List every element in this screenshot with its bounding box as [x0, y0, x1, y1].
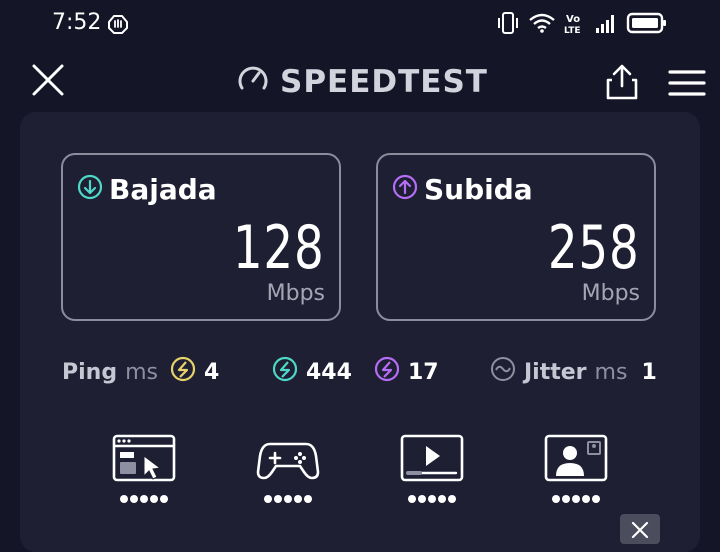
download-label: Bajada [109, 173, 217, 206]
upload-arrow-icon [392, 174, 418, 205]
app-title: SPEEDTEST [280, 63, 488, 100]
share-button[interactable] [604, 62, 640, 102]
status-time: 7:52 [52, 10, 102, 35]
idle-ping-icon [170, 356, 196, 388]
gaming-icon [256, 442, 320, 480]
upload-ping-icon [374, 356, 400, 388]
close-button[interactable] [30, 62, 66, 98]
speedometer-icon [236, 62, 270, 101]
battery-icon [626, 11, 668, 40]
ping-label: Ping [62, 359, 118, 385]
app-title-group: SPEEDTEST [236, 62, 488, 101]
svg-text:Vo: Vo [566, 14, 580, 25]
upload-ping-stat: 17 [374, 356, 439, 388]
web-browsing-tile[interactable] [112, 434, 176, 503]
app-bar: SPEEDTEST [0, 52, 720, 110]
download-ping-value: 444 [306, 359, 352, 385]
svg-text:LTE: LTE [564, 26, 581, 36]
upload-unit: Mbps [581, 281, 640, 306]
hand-icon [106, 12, 130, 41]
vibrate-icon [496, 10, 520, 41]
download-ping-stat: 444 [272, 356, 352, 388]
upload-card: Subida 258 Mbps [376, 153, 656, 321]
status-bar: 7:52 Vo LTE [0, 0, 720, 48]
menu-button[interactable] [668, 68, 706, 98]
signal-icon [594, 12, 618, 39]
upload-value: 258 [548, 213, 640, 283]
download-unit: Mbps [266, 281, 325, 306]
stats-row: Ping ms 4 444 17 Jitter ms 1 [0, 356, 720, 388]
ping-unit: ms [125, 359, 158, 385]
idle-ping-value: 4 [203, 359, 220, 385]
download-card: Bajada 128 Mbps [61, 153, 341, 321]
ping-stat: Ping ms 4 [62, 356, 219, 388]
web-browsing-rating [112, 495, 176, 503]
web-browsing-icon [112, 434, 176, 482]
close-icon [32, 64, 64, 96]
download-ping-icon [272, 356, 298, 388]
volte-icon: Vo LTE [564, 12, 586, 39]
dismiss-button[interactable] [620, 514, 660, 544]
gaming-rating [256, 495, 320, 503]
download-arrow-icon [77, 174, 103, 205]
share-icon [606, 64, 638, 100]
menu-icon [668, 70, 706, 96]
upload-ping-value: 17 [408, 359, 439, 385]
wifi-icon [528, 11, 556, 40]
video-streaming-icon [400, 434, 464, 482]
upload-label: Subida [424, 173, 533, 206]
gaming-tile[interactable] [256, 434, 320, 503]
video-call-icon [544, 434, 608, 482]
jitter-value: 1 [641, 359, 657, 385]
video-streaming-rating [400, 495, 464, 503]
close-small-icon [631, 521, 649, 539]
jitter-stat: Jitter ms 1 [490, 356, 657, 388]
video-call-tile[interactable] [544, 434, 608, 503]
jitter-unit: ms [594, 359, 628, 385]
jitter-label: Jitter [524, 359, 587, 385]
video-call-rating [544, 495, 608, 503]
download-value: 128 [233, 213, 325, 283]
video-streaming-tile[interactable] [400, 434, 464, 503]
jitter-icon [490, 356, 516, 388]
